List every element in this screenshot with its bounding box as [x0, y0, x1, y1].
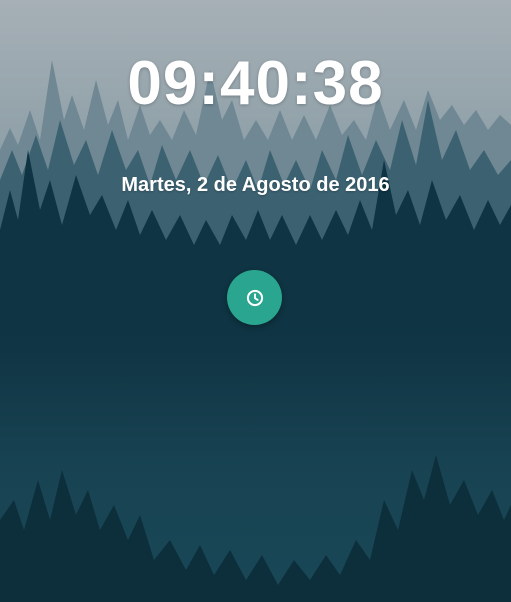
clock-date: Martes, 2 de Agosto de 2016 [121, 174, 390, 196]
clock-time: 09:40:38 [127, 49, 384, 118]
clock-icon [246, 289, 263, 306]
alarm-button[interactable] [227, 270, 282, 325]
